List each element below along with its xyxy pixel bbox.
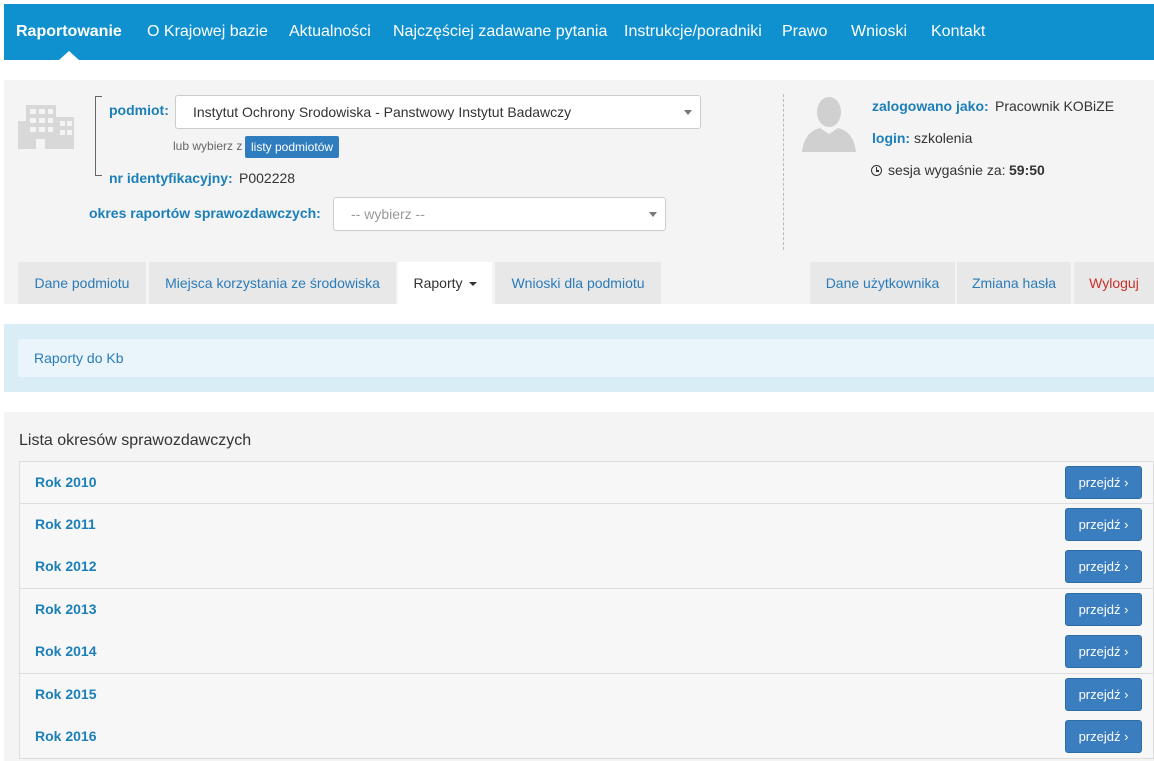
list-item-rok-2014: Rok 2014 przejdź › (19, 631, 1154, 674)
caret-down-icon (468, 282, 477, 287)
nav-o-krajowej-bazie[interactable]: O Krajowej bazie (147, 4, 268, 60)
active-nav-indicator (59, 51, 79, 60)
year-link[interactable]: Rok 2013 (35, 589, 96, 629)
list-item-rok-2011: Rok 2011 przejdź › (19, 504, 1154, 547)
or-choose-text: lub wybierz z (173, 139, 243, 153)
clock-icon (871, 165, 882, 176)
go-button[interactable]: przejdź › (1065, 720, 1142, 753)
session-label: sesja wygaśnie za: (888, 162, 1006, 178)
year-link[interactable]: Rok 2012 (35, 546, 96, 586)
year-link[interactable]: Rok 2014 (35, 631, 96, 671)
entity-label: podmiot: (109, 102, 169, 118)
login-label: login: (872, 130, 911, 146)
tab-zmiana-hasla[interactable]: Zmiana hasła (957, 262, 1071, 304)
go-button[interactable]: przejdź › (1065, 635, 1142, 668)
go-button[interactable]: przejdź › (1065, 466, 1142, 499)
entity-header-panel: podmiot: Instytut Ochrony Srodowiska - P… (4, 80, 1154, 304)
breadcrumb-panel: Raporty do Kb (4, 324, 1154, 392)
nav-kontakt[interactable]: Kontakt (931, 4, 985, 60)
go-button[interactable]: przejdź › (1065, 508, 1142, 541)
entity-bracket (95, 96, 103, 176)
chevron-down-icon (684, 110, 692, 115)
go-button[interactable]: przejdź › (1065, 678, 1142, 711)
list-item-rok-2013: Rok 2013 przejdź › (19, 589, 1154, 632)
period-select-value: -- wybierz -- (351, 206, 425, 222)
session-timer: 59:50 (1009, 162, 1045, 178)
list-title: Lista okresów sprawozdawczych (19, 432, 252, 449)
period-select[interactable]: -- wybierz -- (333, 197, 666, 231)
id-value: P002228 (239, 170, 296, 186)
list-item-rok-2010: Rok 2010 przejdź › (19, 461, 1154, 504)
chevron-down-icon (649, 212, 657, 217)
entity-list-button[interactable]: listy podmiotów (245, 136, 340, 158)
entity-select-value: Instytut Ochrony Srodowiska - Panstwowy … (193, 104, 572, 120)
go-button[interactable]: przejdź › (1065, 593, 1142, 626)
logged-as-value: Pracownik KOBiZE (995, 98, 1115, 114)
year-link[interactable]: Rok 2016 (35, 716, 96, 756)
tab-miejsca-korzystania[interactable]: Miejsca korzystania ze środowiska (149, 262, 396, 304)
nav-prawo[interactable]: Prawo (782, 4, 827, 60)
top-navbar: Raportowanie O Krajowej bazie Aktualnośc… (4, 4, 1154, 60)
id-label: nr identyfikacyjny: (109, 170, 233, 186)
tab-wyloguj[interactable]: Wyloguj (1074, 262, 1154, 304)
login-value: szkolenia (914, 130, 973, 146)
breadcrumb: Raporty do Kb (18, 339, 1154, 377)
year-link[interactable]: Rok 2010 (35, 462, 96, 502)
nav-wnioski[interactable]: Wnioski (851, 4, 907, 60)
list-item-rok-2015: Rok 2015 przejdź › (19, 674, 1154, 717)
tab-raporty-label: Raporty (413, 275, 463, 291)
nav-aktualnosci[interactable]: Aktualności (289, 4, 371, 60)
header-divider (783, 94, 784, 250)
list-item-rok-2016: Rok 2016 przejdź › (19, 716, 1154, 759)
entity-select[interactable]: Instytut Ochrony Srodowiska - Panstwowy … (175, 95, 701, 129)
periods-list-panel: Lista okresów sprawozdawczych Rok 2010 p… (4, 412, 1154, 761)
year-link[interactable]: Rok 2015 (35, 674, 96, 714)
go-button[interactable]: przejdź › (1065, 550, 1142, 583)
tab-dane-uzytkownika[interactable]: Dane użytkownika (810, 262, 955, 304)
tab-wnioski-dla-podmiotu[interactable]: Wnioski dla podmiotu (495, 262, 661, 304)
list-item-rok-2012: Rok 2012 przejdź › (19, 546, 1154, 589)
building-icon (18, 105, 74, 149)
logged-as-label: zalogowano jako: (872, 98, 989, 114)
tab-dane-podmiotu[interactable]: Dane podmiotu (18, 262, 146, 304)
nav-faq[interactable]: Najczęściej zadawane pytania (393, 4, 607, 60)
year-link[interactable]: Rok 2011 (35, 504, 96, 544)
nav-instrukcje[interactable]: Instrukcje/poradniki (624, 4, 762, 60)
tab-raporty[interactable]: Raporty (398, 262, 492, 304)
period-label: okres raportów sprawozdawczych: (89, 205, 321, 221)
user-avatar-icon (802, 97, 856, 152)
breadcrumb-item[interactable]: Raporty do Kb (34, 339, 124, 377)
